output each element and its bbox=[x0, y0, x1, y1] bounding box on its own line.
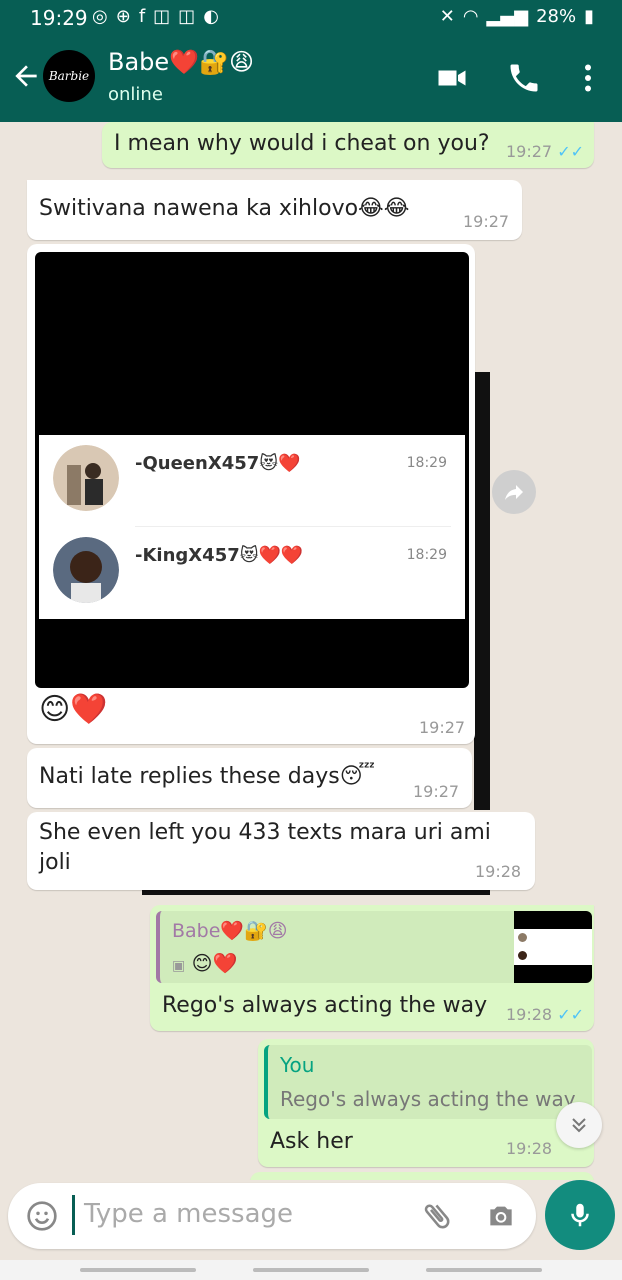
message-time: 19:28 ✓✓ bbox=[506, 1005, 585, 1024]
system-nav-bar bbox=[0, 1260, 622, 1280]
quoted-author: You bbox=[280, 1053, 315, 1077]
shared-screenshot-image[interactable]: -QueenX457😻❤️ 18:29 -KingX457😻❤️❤️ 18:29 bbox=[35, 252, 469, 688]
screenshot-contact-name: -QueenX457😻❤️ bbox=[135, 453, 301, 474]
profile-photo bbox=[53, 445, 119, 511]
status-bar: 19:29 ◎ ⊕ f ◫ ◫ ◐ ✕ ◠ ▂▄▆ 28% ▮ bbox=[0, 0, 622, 36]
nav-back[interactable] bbox=[426, 1268, 542, 1272]
emoji-icon[interactable] bbox=[26, 1200, 58, 1232]
camera-icon[interactable] bbox=[484, 1200, 518, 1232]
forward-arrow-icon bbox=[505, 485, 523, 500]
battery-text: 28% bbox=[536, 6, 577, 27]
contact-name[interactable]: Babe❤️🔐😩 bbox=[108, 48, 254, 76]
message-time: 19:27 ✓✓ bbox=[506, 142, 585, 161]
quoted-text: Rego's always acting the way bbox=[280, 1087, 576, 1111]
attach-icon[interactable] bbox=[420, 1199, 454, 1233]
message-bubble-incoming[interactable]: She even left you 433 texts mara uri ami… bbox=[27, 812, 535, 890]
message-text: I mean why would i cheat on you? bbox=[114, 131, 490, 156]
forward-button[interactable] bbox=[492, 470, 536, 514]
screenshot-chat-row: -QueenX457😻❤️ 18:29 bbox=[39, 435, 465, 527]
message-composer: Type a message bbox=[8, 1183, 536, 1249]
menu-dots-icon[interactable] bbox=[570, 60, 606, 96]
profile-photo bbox=[53, 537, 119, 603]
screenshot-contact-name: -KingX457😻❤️❤️ bbox=[135, 545, 304, 566]
voice-call-icon[interactable] bbox=[506, 60, 542, 96]
message-bubble-incoming[interactable]: Switivana nawena ka xihlovo😂😂 19:27 bbox=[27, 180, 522, 240]
screenshot-time: 18:29 bbox=[406, 547, 447, 563]
quoted-message[interactable]: Babe❤️🔐😩 ▣ 😊❤️ bbox=[156, 911, 592, 983]
message-time: 19:27 bbox=[419, 718, 466, 737]
system-status-icons: ✕ ◠ ▂▄▆ 28% ▮ bbox=[440, 6, 594, 27]
double-chevron-down-icon bbox=[572, 1118, 586, 1133]
contact-status: online bbox=[108, 84, 163, 105]
chat-header: Barbie Babe❤️🔐😩 online bbox=[0, 36, 622, 122]
instagram-icon: ◫ bbox=[153, 6, 171, 27]
message-time: 19:27 bbox=[413, 782, 460, 801]
image-caption: 😊❤️ bbox=[39, 692, 108, 727]
message-time: 19:28 bbox=[506, 1139, 553, 1158]
scroll-to-bottom-button[interactable] bbox=[556, 1102, 602, 1148]
message-bubble-incoming[interactable]: Nati late replies these days😴 19:27 bbox=[27, 748, 472, 808]
mute-icon: ✕ bbox=[439, 6, 455, 27]
instagram-icon: ◫ bbox=[178, 6, 196, 27]
message-time: 19:27 bbox=[463, 212, 510, 231]
quoted-message[interactable]: You Rego's always acting the way bbox=[264, 1045, 592, 1119]
notification-icons: ◎ ⊕ f ◫ ◫ ◐ bbox=[92, 6, 219, 27]
text-cursor bbox=[72, 1195, 75, 1235]
message-text: Ask her bbox=[270, 1129, 353, 1154]
status-time: 19:29 bbox=[30, 6, 88, 30]
contact-avatar[interactable]: Barbie bbox=[43, 50, 95, 102]
message-text: Switivana nawena ka xihlovo😂😂 bbox=[39, 196, 410, 221]
wifi-icon: ◠ bbox=[462, 6, 479, 27]
message-bubble-outgoing[interactable]: You Rego's always acting the way Ask her… bbox=[258, 1039, 594, 1167]
nav-home[interactable] bbox=[253, 1268, 369, 1272]
signal-icon: ▂▄▆ bbox=[486, 6, 529, 27]
nav-recents[interactable] bbox=[80, 1268, 196, 1272]
read-ticks-icon: ✓✓ bbox=[557, 1005, 585, 1024]
video-call-icon[interactable] bbox=[434, 60, 470, 96]
screenshot-time: 18:29 bbox=[406, 455, 447, 471]
whatsapp-icon: ◎ bbox=[92, 6, 108, 27]
message-bubble-outgoing[interactable] bbox=[250, 1172, 594, 1180]
message-text: Rego's always acting the way bbox=[162, 993, 488, 1018]
screenshot-chat-row: -KingX457😻❤️❤️ 18:29 bbox=[39, 527, 465, 619]
battery-icon: ▮ bbox=[584, 6, 594, 27]
message-input[interactable]: Type a message bbox=[84, 1199, 293, 1229]
read-ticks-icon: ✓✓ bbox=[557, 142, 585, 161]
image-message-bubble[interactable]: -QueenX457😻❤️ 18:29 -KingX457😻❤️❤️ 18:29… bbox=[27, 244, 475, 744]
quoted-author: Babe❤️🔐😩 bbox=[172, 920, 288, 942]
background-image-edge bbox=[474, 372, 490, 810]
message-text: She even left you 433 texts mara uri ami… bbox=[39, 820, 491, 875]
chat-area[interactable]: I mean why would i cheat on you? 19:27 ✓… bbox=[0, 122, 622, 1180]
facebook-icon: f bbox=[138, 6, 146, 27]
screenshot-chat-list: -QueenX457😻❤️ 18:29 -KingX457😻❤️❤️ 18:29 bbox=[39, 435, 465, 619]
message-time: 19:28 bbox=[475, 862, 522, 881]
back-arrow-icon[interactable] bbox=[10, 60, 42, 92]
quoted-thumbnail bbox=[514, 911, 592, 983]
shazam-icon: ◐ bbox=[203, 6, 219, 27]
quoted-text: ▣ 😊❤️ bbox=[172, 951, 238, 975]
search-icon: ⊕ bbox=[115, 6, 131, 27]
message-bubble-outgoing[interactable]: I mean why would i cheat on you? 19:27 ✓… bbox=[102, 122, 594, 168]
message-text: Nati late replies these days😴 bbox=[39, 764, 376, 789]
voice-message-button[interactable] bbox=[545, 1180, 615, 1250]
photo-icon: ▣ bbox=[172, 958, 186, 974]
microphone-icon bbox=[571, 1203, 589, 1227]
message-bubble-outgoing[interactable]: Babe❤️🔐😩 ▣ 😊❤️ Rego's always acting the … bbox=[150, 905, 594, 1031]
